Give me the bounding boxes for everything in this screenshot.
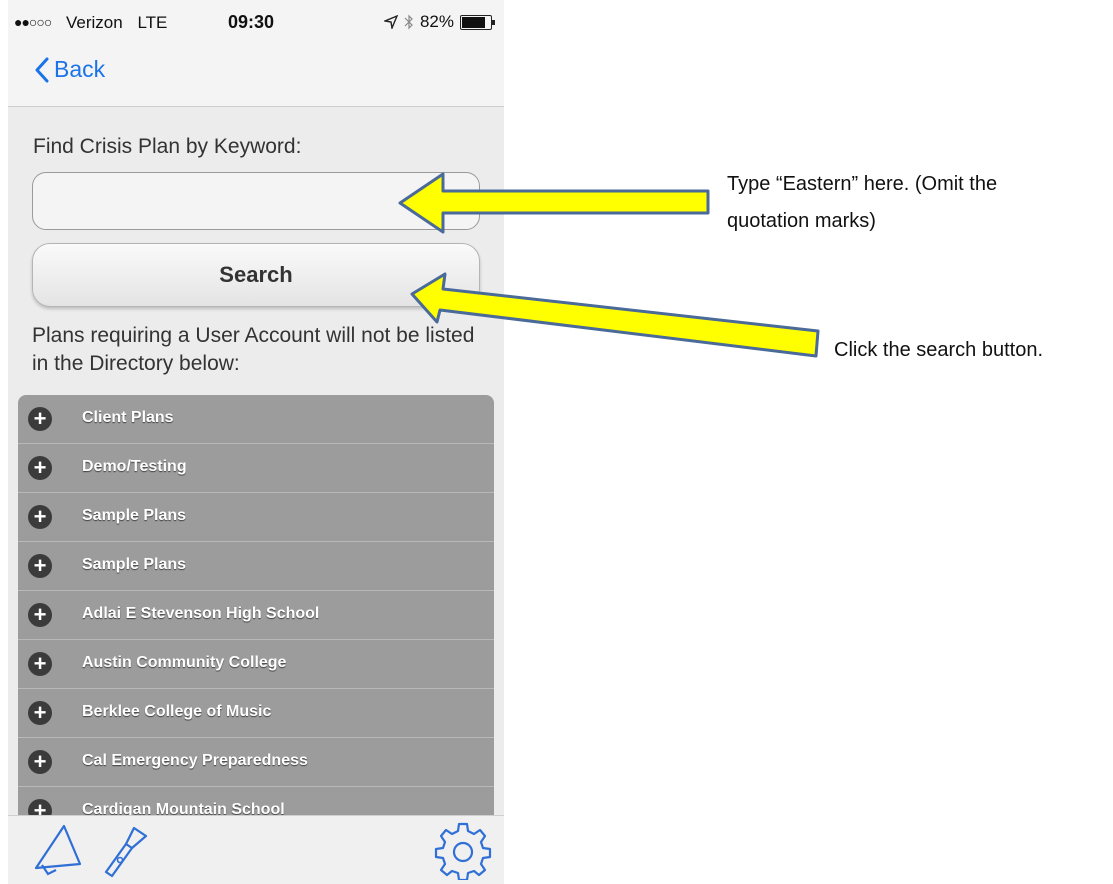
directory-item[interactable]: + Cardigan Mountain School bbox=[18, 787, 494, 815]
location-arrow-icon bbox=[383, 15, 398, 29]
directory-item[interactable]: + Adlai E Stevenson High School bbox=[18, 591, 494, 640]
plus-icon: + bbox=[28, 456, 52, 480]
signal-strength-icon: ●●○○○ bbox=[14, 14, 52, 30]
status-bar: ●●○○○ Verizon LTE 09:30 82% bbox=[8, 0, 504, 44]
directory-item-label: Demo/Testing bbox=[82, 458, 187, 475]
keyword-search-input[interactable] bbox=[32, 172, 480, 230]
status-time: 09:30 bbox=[228, 12, 275, 32]
plus-icon: + bbox=[28, 505, 52, 529]
plus-icon: + bbox=[28, 652, 52, 676]
directory-item-label: Cal Emergency Preparedness bbox=[82, 752, 308, 769]
bottom-toolbar bbox=[8, 815, 504, 884]
megaphone-icon[interactable] bbox=[28, 818, 90, 880]
plus-icon: + bbox=[28, 750, 52, 774]
flashlight-icon[interactable] bbox=[96, 818, 154, 880]
directory-item-label: Austin Community College bbox=[82, 654, 287, 671]
carrier-name: Verizon bbox=[66, 13, 123, 32]
carrier-label: Verizon LTE bbox=[66, 13, 167, 33]
chevron-left-icon bbox=[35, 57, 49, 82]
click-instruction-text: Click the search button. bbox=[834, 339, 1043, 361]
directory-item[interactable]: + Client Plans bbox=[18, 395, 494, 444]
bluetooth-icon bbox=[404, 14, 413, 30]
directory-item-label: Sample Plans bbox=[82, 556, 187, 573]
type-instruction-text: Type “Eastern” here. (Omit the quotation… bbox=[727, 173, 998, 232]
plus-icon: + bbox=[28, 603, 52, 627]
directory-item-label: Sample Plans bbox=[82, 507, 187, 524]
back-label: Back bbox=[54, 56, 106, 82]
navigation-bar: Back bbox=[8, 44, 504, 107]
plus-icon: + bbox=[28, 701, 52, 725]
directory-item-label: Client Plans bbox=[82, 409, 174, 426]
battery-icon bbox=[460, 14, 495, 30]
plus-icon: + bbox=[28, 554, 52, 578]
back-button[interactable]: Back bbox=[34, 56, 105, 83]
find-label: Find Crisis Plan by Keyword: bbox=[33, 135, 302, 158]
directory-item[interactable]: + Demo/Testing bbox=[18, 444, 494, 493]
plan-directory: + Client Plans + Demo/Testing + Sample P… bbox=[18, 395, 494, 815]
battery-percent: 82% bbox=[419, 12, 454, 31]
phone-screen: ●●○○○ Verizon LTE 09:30 82% Back Find Cr… bbox=[8, 0, 504, 884]
network-type: LTE bbox=[137, 13, 168, 32]
directory-item[interactable]: + Sample Plans bbox=[18, 542, 494, 591]
plus-icon: + bbox=[28, 407, 52, 431]
search-form: Find Crisis Plan by Keyword: Search Plan… bbox=[8, 107, 504, 815]
directory-item-label: Adlai E Stevenson High School bbox=[82, 605, 320, 622]
directory-item[interactable]: + Sample Plans bbox=[18, 493, 494, 542]
plus-icon: + bbox=[28, 799, 52, 815]
directory-item-label: Berklee College of Music bbox=[82, 703, 272, 720]
directory-item-label: Cardigan Mountain School bbox=[82, 801, 285, 815]
status-right: 82% bbox=[383, 12, 495, 32]
search-button[interactable]: Search bbox=[32, 243, 480, 307]
directory-note: Plans requiring a User Account will not … bbox=[32, 324, 475, 375]
directory-item[interactable]: + Austin Community College bbox=[18, 640, 494, 689]
directory-item[interactable]: + Berklee College of Music bbox=[18, 689, 494, 738]
gear-icon[interactable] bbox=[432, 818, 494, 880]
directory-item[interactable]: + Cal Emergency Preparedness bbox=[18, 738, 494, 787]
